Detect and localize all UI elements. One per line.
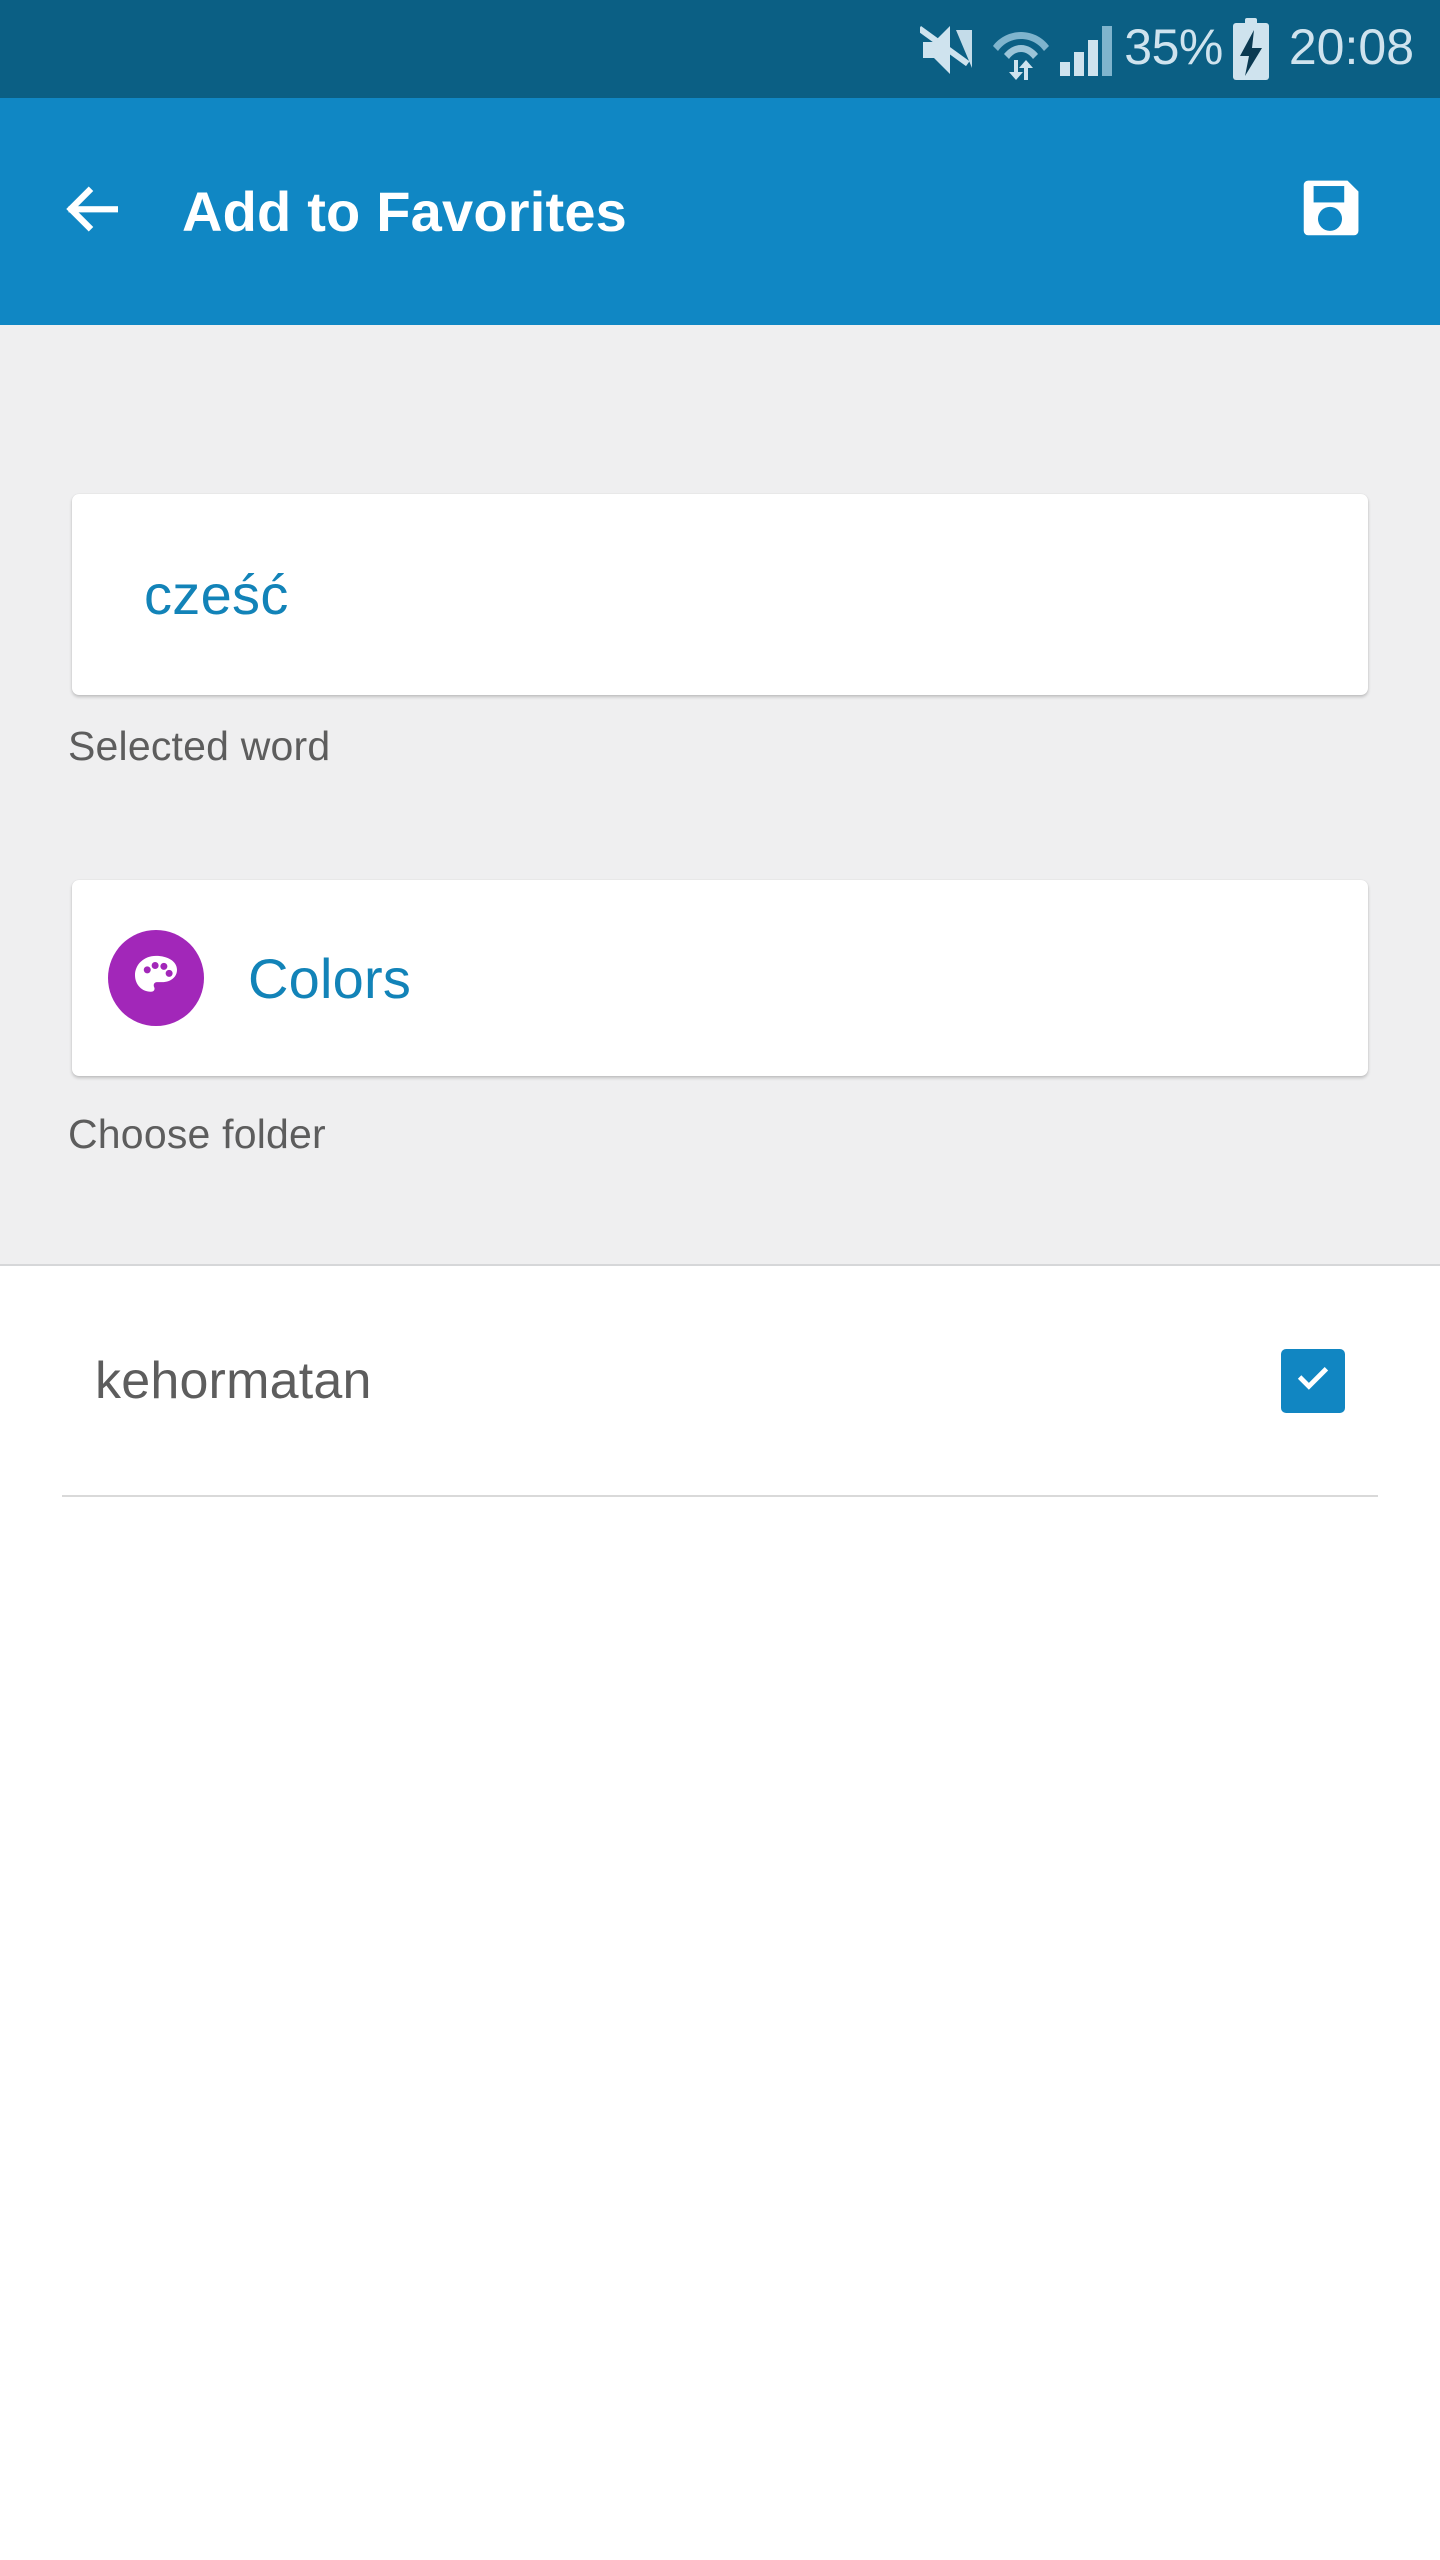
selected-word-field[interactable]: cześć	[72, 494, 1368, 695]
folder-selector[interactable]: Colors	[72, 880, 1368, 1076]
save-floppy-icon	[1295, 174, 1365, 249]
back-arrow-icon	[55, 173, 127, 250]
wifi-transfer-icon	[990, 18, 1052, 80]
list-item-divider	[62, 1495, 1378, 1497]
back-button[interactable]	[36, 157, 146, 267]
selected-word-value: cześć	[144, 563, 289, 626]
translations-list: kehormatan	[0, 1266, 1440, 2560]
mute-icon	[920, 20, 984, 78]
battery-charging-icon	[1229, 18, 1273, 80]
choose-folder-label: Choose folder	[68, 1111, 326, 1157]
save-button[interactable]	[1280, 162, 1380, 262]
translation-text: kehormatan	[95, 1351, 372, 1410]
battery-percentage: 35%	[1124, 19, 1223, 75]
status-bar: 35% 20:08	[0, 0, 1440, 98]
status-bar-icons: 35% 20:08	[920, 18, 1414, 80]
list-item[interactable]: kehormatan	[0, 1266, 1440, 1495]
translation-checkbox[interactable]	[1281, 1348, 1345, 1413]
checkmark-icon	[1291, 1356, 1335, 1405]
selected-word-label: Selected word	[68, 723, 331, 769]
cellular-signal-icon	[1056, 20, 1114, 78]
folder-avatar	[108, 930, 204, 1026]
folder-name: Colors	[248, 946, 412, 1010]
app-bar: Add to Favorites	[0, 98, 1440, 335]
palette-icon	[128, 948, 184, 1009]
page-title: Add to Favorites	[182, 180, 628, 243]
status-bar-clock: 20:08	[1288, 19, 1414, 75]
form-area: Selected word cześć Choose folder Colors…	[0, 325, 1440, 1545]
